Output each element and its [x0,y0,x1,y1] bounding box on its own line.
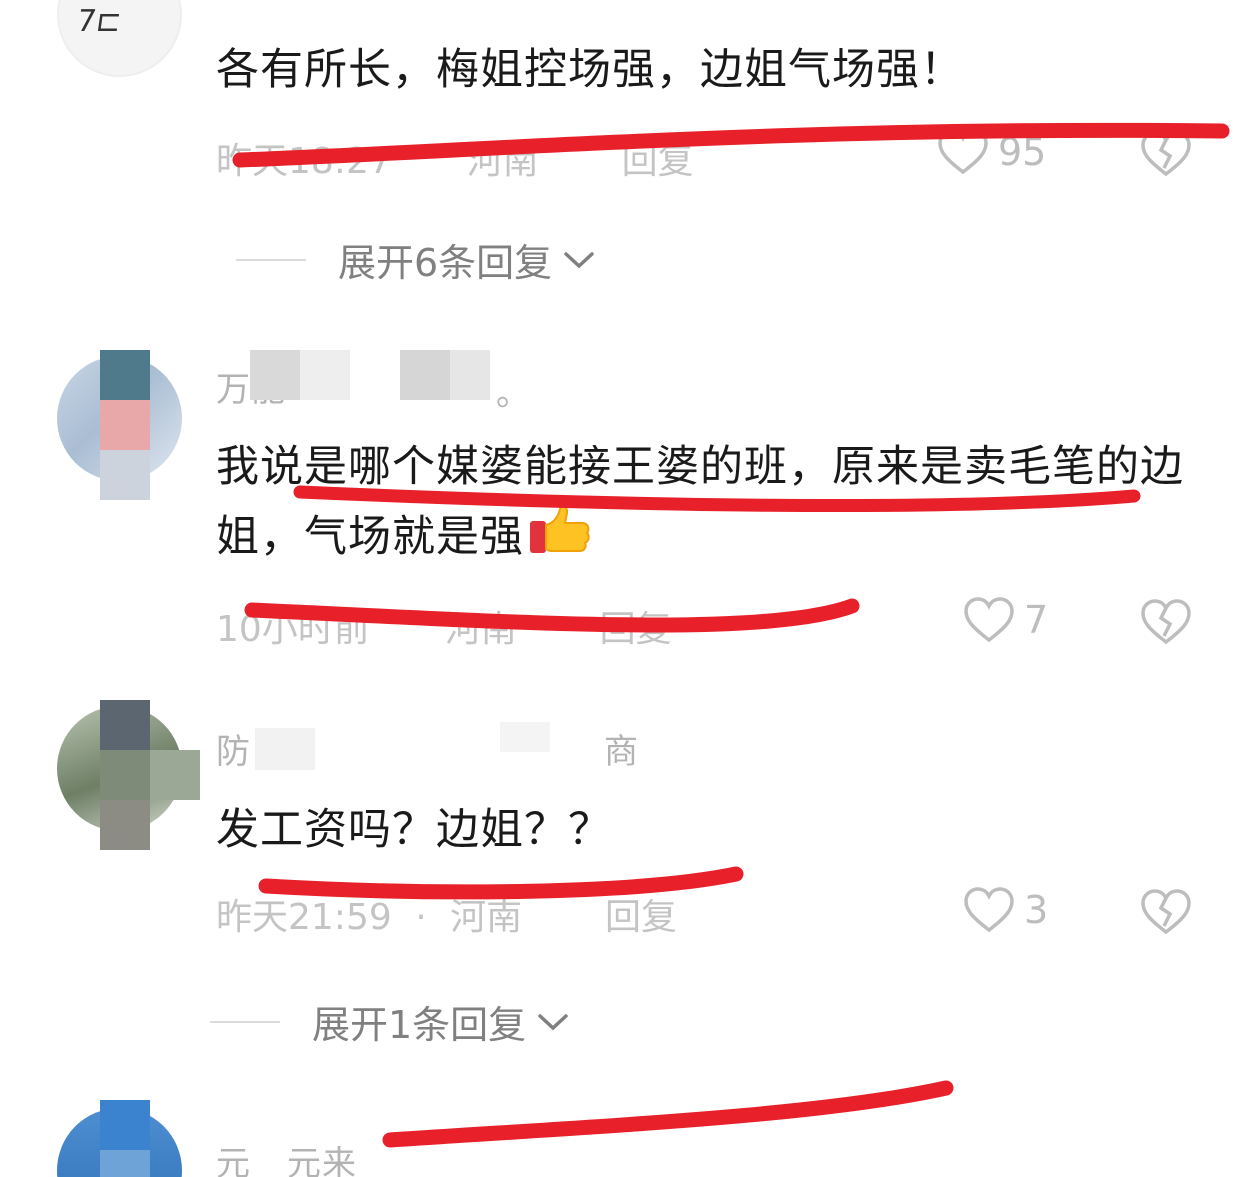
like-count: 3 [1024,888,1049,932]
commenter-name-suffix: 元来 [287,1144,357,1177]
annotation-stroke [382,1080,954,1148]
comment-text: 各有所长，梅姐控场强，边姐气场强！ [216,45,964,95]
privacy-mosaic [100,450,150,500]
expand-label: 展开6条回复 [338,241,553,285]
comment-meta: 昨天21:59 · 河南 回复 [216,888,677,940]
privacy-mosaic [100,800,150,850]
comment-time: 昨天18:27 [216,141,392,182]
thumbs-up-emoji [528,503,594,580]
heart-outline-icon [964,597,1014,643]
privacy-mosaic [100,1100,150,1150]
comment-location: 河南 [450,897,523,938]
privacy-mosaic [100,1150,150,1177]
comment-location: 河南 [444,609,517,650]
reply-button[interactable]: 回复 [600,609,672,650]
privacy-mosaic [100,700,150,750]
comment-time: 昨天21:59 [216,897,392,938]
like-button[interactable]: 3 [962,886,1048,934]
reply-button[interactable]: 回复 [605,897,677,938]
commenter-name-suffix: 商 [604,732,639,772]
comment-text: 发工资吗？边姐？？ [216,805,612,855]
like-count: 7 [1024,598,1049,642]
broken-heart-icon[interactable] [1139,886,1193,936]
broken-heart-icon[interactable] [1139,128,1193,178]
comment-location: 河南 [466,141,539,182]
like-button[interactable]: 95 [936,128,1046,176]
commenter-name[interactable]: 防 [216,724,251,773]
privacy-mosaic [255,728,315,770]
broken-heart-icon[interactable] [1139,596,1193,646]
comment-text: 我说是哪个媒婆能接王婆的班，原来是卖毛笔的边姐，气场就是强 [216,432,1216,580]
chevron-down-icon [538,1013,568,1030]
comment-text-body: 我说是哪个媒婆能接王婆的班，原来是卖毛笔的边姐，气场就是强 [216,442,1184,562]
privacy-mosaic [450,350,490,400]
avatar-mark: 7⊏ [74,4,124,39]
privacy-mosaic [100,350,150,400]
comment-meta: 10小时前 河南 回复 [216,600,672,652]
like-count: 95 [998,130,1047,174]
privacy-mosaic [400,350,450,400]
privacy-mosaic [150,750,200,800]
expand-label: 展开1条回复 [312,1003,527,1047]
privacy-mosaic [300,350,350,400]
chevron-down-icon [564,251,594,268]
privacy-mosaic [100,400,150,450]
meta-separator: · [415,897,427,938]
comment-meta: 昨天18:27 河南 回复 [216,132,694,184]
divider [210,1020,280,1023]
heart-outline-icon [964,887,1014,933]
reply-button[interactable]: 回复 [622,141,694,182]
avatar[interactable]: 7⊏ [57,0,182,77]
commenter-name-text: 元 [216,1144,251,1177]
divider [236,258,306,261]
privacy-mosaic [500,722,550,752]
privacy-mosaic [100,750,150,800]
expand-replies-button[interactable]: 展开6条回复 [236,232,596,287]
commenter-name[interactable]: 元 元来 [216,1136,357,1177]
comment-thread: 7⊏ 各有所长，梅姐控场强，边姐气场强！ 昨天18:27 河南 回复 95 展开… [0,0,1260,1177]
heart-outline-icon [938,129,988,175]
like-button[interactable]: 7 [962,596,1048,644]
expand-replies-button[interactable]: 展开1条回复 [210,994,570,1049]
commenter-name-suffix: 。 [496,374,531,414]
privacy-mosaic [250,350,300,400]
comment-time: 10小时前 [216,609,370,650]
commenter-name-text: 防 [216,732,251,772]
